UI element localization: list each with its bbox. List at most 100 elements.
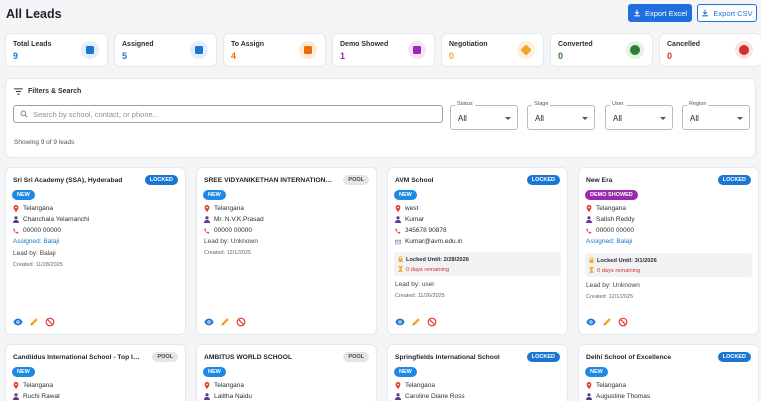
lead-name: AMBITUS WORLD SCHOOL: [204, 354, 293, 361]
edit-button[interactable]: [29, 317, 39, 327]
lead-card[interactable]: New Era LOCKED DEMO SHOWED Telangana Satish …: [578, 167, 759, 335]
block-icon: [45, 317, 55, 327]
person-icon: [13, 393, 19, 400]
assigned-user: Assigned: Balaji: [586, 238, 633, 245]
lead-card[interactable]: Delhi School of Excellence LOCKED NEW Telan…: [578, 344, 759, 401]
days-remaining: 0 days remaining: [589, 267, 640, 275]
lead-card[interactable]: AMBITUS WORLD SCHOOL POOL NEW Telangana Lali…: [196, 344, 377, 401]
phone-icon: [204, 227, 210, 234]
lead-card[interactable]: Candiidus International School - Top Int…: [5, 344, 186, 401]
view-button[interactable]: [586, 317, 596, 327]
stat-value: 9: [13, 51, 19, 61]
stat-value: 5: [122, 51, 128, 61]
lead-name: SREE VIDYANIKETHAN INTERNATIONAL SC...: [204, 177, 334, 184]
location-pin-row: Telangana: [586, 205, 626, 212]
location-pin-icon: [13, 382, 19, 389]
stage-badge: NEW: [203, 367, 226, 377]
select-stage[interactable]: Stage All: [527, 101, 595, 130]
edit-button[interactable]: [411, 317, 421, 327]
assigned-user: Assigned: Balaji: [13, 238, 60, 245]
export-excel-label: Export Excel: [644, 8, 688, 18]
block-icon: [618, 317, 628, 327]
info-text: Kumar: [405, 216, 425, 223]
select-value: All: [535, 114, 544, 123]
chevron-down-icon: [582, 117, 588, 120]
select-value: All: [690, 114, 699, 123]
status-badge: POOL: [152, 352, 178, 362]
lead-card[interactable]: AVM School LOCKED NEW west Kumar 345678 90878…: [387, 167, 568, 335]
cancel-lead-button[interactable]: [45, 317, 55, 327]
cancel-lead-button[interactable]: [618, 317, 628, 327]
stat-card-demo-showed[interactable]: Demo Showed 1: [332, 33, 435, 67]
location-pin-row: Telangana: [204, 382, 244, 389]
cancel-lead-button[interactable]: [236, 317, 246, 327]
location-pin-row: Telangana: [13, 205, 53, 212]
location-pin-row: Telangana: [586, 382, 626, 389]
stat-card-total-leads[interactable]: Total Leads 9: [5, 33, 108, 67]
lead-by: Lead by: Unknown: [586, 282, 640, 289]
select-user[interactable]: User All: [605, 101, 673, 130]
stat-label: Demo Showed: [340, 41, 389, 48]
edit-button[interactable]: [220, 317, 230, 327]
info-text: Lalitha Naidu: [214, 393, 252, 400]
stage-badge: NEW: [12, 367, 35, 377]
search-field[interactable]: [13, 105, 443, 123]
info-text: Telangana: [405, 382, 435, 389]
days-remaining: 0 days remaining: [398, 266, 449, 274]
lead-name: AVM School: [395, 177, 434, 184]
export-excel-button[interactable]: Export Excel: [628, 4, 692, 22]
lead-card[interactable]: SREE VIDYANIKETHAN INTERNATIONAL SC... PO…: [196, 167, 377, 335]
card-actions: [395, 317, 437, 327]
status-badge: LOCKED: [526, 175, 560, 185]
chevron-down-icon: [737, 117, 743, 120]
phone-row: 00000 00000: [204, 227, 252, 234]
stat-value: 0: [449, 51, 455, 61]
phone-icon: [13, 227, 19, 234]
search-icon: [20, 110, 28, 118]
view-button[interactable]: [13, 317, 23, 327]
lead-card[interactable]: Springfields International School LOCKED N…: [387, 344, 568, 401]
card-actions: [204, 317, 246, 327]
stage-badge: NEW: [394, 367, 417, 377]
export-csv-button[interactable]: Export CSV: [697, 4, 757, 22]
cancel-lead-button[interactable]: [427, 317, 437, 327]
info-text: west: [405, 205, 419, 212]
person-icon: [395, 216, 401, 223]
info-text: Telangana: [596, 205, 626, 212]
location-pin-icon: [395, 205, 401, 212]
stage-badge: NEW: [12, 190, 35, 200]
person-icon: [13, 216, 19, 223]
stat-card-cancelled[interactable]: Cancelled 0: [659, 33, 761, 67]
status-badge: POOL: [343, 175, 369, 185]
stat-card-to-assign[interactable]: To Assign 4: [223, 33, 326, 67]
search-input[interactable]: [33, 109, 433, 119]
status-badge: LOCKED: [144, 175, 178, 185]
lead-name: Sri Sri Academy (SSA), Hyderabad: [13, 177, 123, 184]
info-text: Satish Reddy: [596, 216, 635, 223]
view-button[interactable]: [204, 317, 214, 327]
lock-info-box: Locked Until: 3/1/2026 0 days remaining: [585, 253, 752, 277]
info-text: Telangana: [596, 382, 626, 389]
stat-card-assigned[interactable]: Assigned 5: [114, 33, 217, 67]
lead-card[interactable]: Sri Sri Academy (SSA), Hyderabad LOCKED NE…: [5, 167, 186, 335]
stat-card-negotiation[interactable]: Negotiation 0: [441, 33, 544, 67]
created-date: Created: 12/1/2025: [204, 250, 252, 256]
view-button[interactable]: [395, 317, 405, 327]
hourglass-icon: [589, 267, 594, 275]
phone-row: 345678 90878: [395, 227, 447, 234]
stat-label: Converted: [558, 41, 593, 48]
edit-pencil-icon: [602, 317, 612, 327]
locked-until-text: Locked Until: 2/28/2026: [406, 257, 469, 263]
user-badge-icon: [190, 41, 208, 59]
phone-icon: [586, 227, 592, 234]
stat-card-converted[interactable]: Converted 0: [550, 33, 653, 67]
lock-icon: [589, 257, 594, 265]
person-row: Augustine Thomas: [586, 393, 650, 400]
phone-row: 00000 00000: [13, 227, 61, 234]
select-region[interactable]: Region All: [682, 101, 750, 130]
status-badge: LOCKED: [717, 175, 751, 185]
select-status[interactable]: Status All: [450, 101, 518, 130]
days-remaining-text: 0 days remaining: [406, 267, 450, 273]
edit-pencil-icon: [411, 317, 421, 327]
edit-button[interactable]: [602, 317, 612, 327]
